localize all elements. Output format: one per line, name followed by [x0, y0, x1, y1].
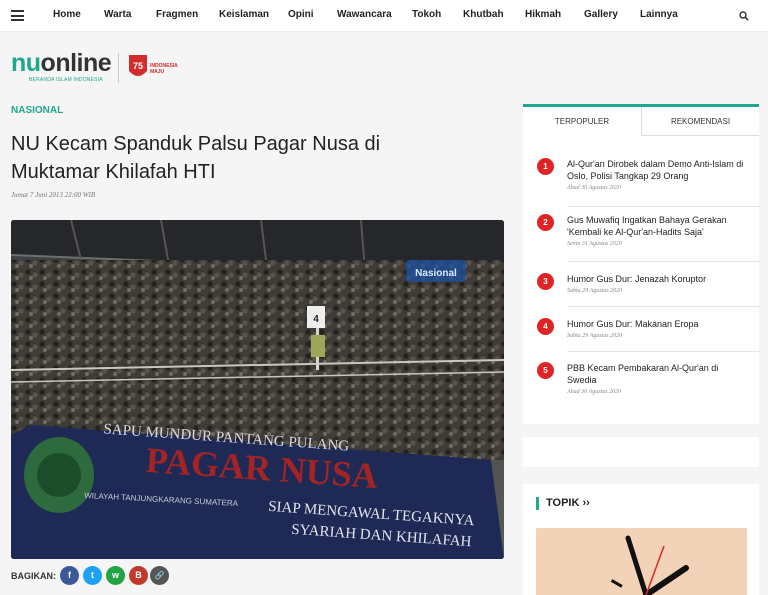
- nav-item-fragmen[interactable]: Fragmen: [156, 9, 198, 20]
- twitter-icon: t: [91, 570, 94, 580]
- divider: [567, 306, 760, 307]
- nav-item-home[interactable]: Home: [53, 9, 81, 20]
- popular-title[interactable]: Gus Muwafiq Ingatkan Bahaya Gerakan 'Kem…: [567, 214, 747, 238]
- top-navigation: Home Warta Fragmen Keislaman Opini Wawan…: [0, 0, 768, 32]
- logo-nu: nu: [11, 49, 41, 77]
- divider: [567, 206, 760, 207]
- nav-item-khutbah[interactable]: Khutbah: [463, 9, 504, 20]
- tab-terpopuler[interactable]: TERPOPULER: [523, 107, 641, 136]
- indonesia-maju-badge-icon: 75: [129, 55, 147, 76]
- nav-item-tokoh[interactable]: Tokoh: [412, 9, 441, 20]
- topik-heading[interactable]: TOPIK ››: [546, 497, 590, 509]
- logo-band: nuonline BERANDA ISLAM INDONESIA 75 INDO…: [0, 33, 768, 95]
- tab-rekomendasi[interactable]: REKOMENDASI: [641, 107, 759, 136]
- site-logo[interactable]: nuonline: [11, 49, 112, 78]
- divider: [567, 261, 760, 262]
- search-icon[interactable]: [739, 11, 749, 21]
- divider: [567, 351, 760, 352]
- badge-text: INDONESIA MAJU: [150, 63, 178, 75]
- share-label: BAGIKAN:: [11, 571, 56, 581]
- topik-thumbnail[interactable]: [536, 528, 747, 595]
- popular-date: Sabtu 29 Agustus 2020: [567, 288, 623, 294]
- nav-item-wawancara[interactable]: Wawancara: [337, 9, 392, 20]
- topik-widget: TOPIK ››: [523, 484, 759, 595]
- copy-share-button[interactable]: B: [129, 566, 148, 585]
- nav-item-opini[interactable]: Opini: [288, 9, 314, 20]
- rank-badge: 5: [537, 362, 554, 379]
- popular-title[interactable]: Humor Gus Dur: Makanan Eropa: [567, 318, 747, 330]
- clock-image: [536, 528, 747, 595]
- photo-counter: 4: [313, 314, 319, 325]
- article-category[interactable]: NASIONAL: [11, 105, 63, 116]
- copy-icon: B: [135, 570, 142, 580]
- nav-item-keislaman[interactable]: Keislaman: [219, 9, 269, 20]
- article-title: NU Kecam Spanduk Palsu Pagar Nusa di Muk…: [11, 133, 381, 183]
- facebook-share-button[interactable]: f: [60, 566, 79, 585]
- article-photo: 4 Nasional SAPU MUNDUR PANTANG PULANG PA…: [11, 220, 504, 559]
- whatsapp-share-button[interactable]: w: [106, 566, 125, 585]
- popular-date: Ahad 30 Agustus 2020: [567, 389, 622, 395]
- nav-item-lainnya[interactable]: Lainnya: [640, 9, 678, 20]
- popular-title[interactable]: Al-Qur'an Dirobek dalam Demo Anti-Islam …: [567, 158, 747, 182]
- nav-item-hikmah[interactable]: Hikmah: [525, 9, 561, 20]
- twitter-share-button[interactable]: t: [83, 566, 102, 585]
- popular-title[interactable]: PBB Kecam Pembakaran Al-Qur'an di Swedia: [567, 362, 747, 386]
- article-date: Jumat 7 Juni 2013 22:00 WIB: [11, 191, 96, 199]
- popular-date: Senin 31 Agustus 2020: [567, 241, 622, 247]
- menu-icon[interactable]: [11, 10, 24, 21]
- stadium-crowd-image: 4 Nasional SAPU MUNDUR PANTANG PULANG PA…: [11, 220, 504, 559]
- rank-badge: 4: [537, 318, 554, 335]
- rank-badge: 2: [537, 214, 554, 231]
- popular-date: Ahad 30 Agustus 2020: [567, 185, 622, 191]
- facebook-icon: f: [68, 570, 71, 580]
- logo-divider: [118, 53, 119, 83]
- whatsapp-icon: w: [111, 570, 119, 580]
- nav-item-warta[interactable]: Warta: [104, 9, 131, 20]
- logo-tagline: BERANDA ISLAM INDONESIA: [29, 77, 103, 83]
- rank-badge: 3: [537, 273, 554, 290]
- nav-item-gallery[interactable]: Gallery: [584, 9, 618, 20]
- topik-accent-bar: [536, 497, 539, 510]
- badge-line2: MAJU: [150, 69, 165, 75]
- logo-online: online: [40, 49, 112, 77]
- link-icon: 🔗: [154, 571, 165, 580]
- popular-title[interactable]: Humor Gus Dur: Jenazah Koruptor: [567, 273, 747, 285]
- rank-badge: 1: [537, 158, 554, 175]
- link-share-button[interactable]: 🔗: [150, 566, 169, 585]
- popular-date: Sabtu 29 Agustus 2020: [567, 333, 623, 339]
- ad-slot: [523, 437, 759, 467]
- popular-widget: TERPOPULER REKOMENDASI 1 Al-Qur'an Dirob…: [523, 104, 760, 424]
- photo-watermark: Nasional: [415, 268, 457, 279]
- badge-number: 75: [133, 61, 143, 71]
